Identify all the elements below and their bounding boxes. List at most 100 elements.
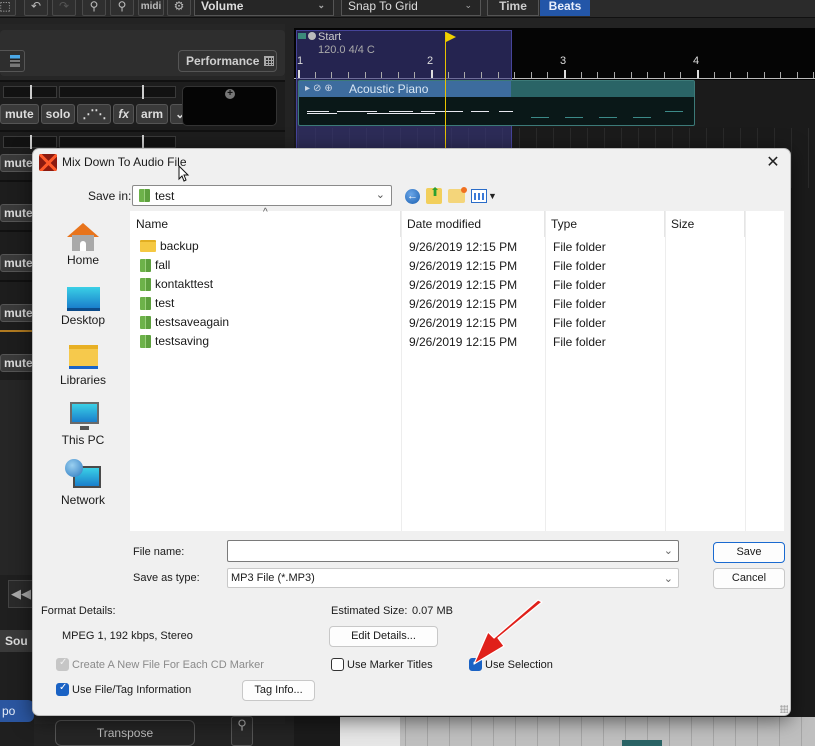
track-view-button[interactable] [0,50,25,72]
place-this-pc[interactable]: This PC [39,397,127,453]
piano-roll[interactable] [340,717,815,746]
select-icon: ⬚ [0,0,11,13]
view-menu-button[interactable] [471,189,487,203]
use-selection-checkbox[interactable]: Use Selection [469,657,553,671]
caret-down-icon[interactable]: ▼ [488,191,497,201]
place-label: Network [60,493,105,507]
folder-icon [140,315,151,329]
settings-button[interactable]: ⚙ [167,0,191,16]
ruler-minor-tick [381,72,383,78]
rewind-button[interactable]: ◀◀ [8,580,34,608]
tempo-button[interactable]: po [0,700,34,722]
column-header-size[interactable]: Size [665,211,745,237]
place-libraries[interactable]: Libraries [39,337,127,393]
back-button[interactable]: ← [405,188,420,204]
ruler-minor-tick [730,72,732,78]
desktop-icon [67,287,100,311]
pan-meter[interactable] [59,135,176,149]
places-bar: Home Desktop Libraries This PC Network [39,211,127,531]
list-icon [10,55,20,67]
close-button[interactable]: ✕ [762,153,784,173]
folder-icon [140,277,151,291]
tag-info-button[interactable]: Tag Info... [242,680,315,701]
file-date: 9/26/2019 12:15 PM [409,278,518,292]
dialog-title-bar[interactable]: Mix Down To Audio File ✕ [33,149,790,179]
file-row[interactable]: kontakttest 9/26/2019 12:15 PM File fold… [130,275,784,294]
new-folder-button[interactable] [448,187,467,203]
checkbox-checked-disabled[interactable] [56,657,69,671]
zoom-in-button[interactable]: ⚲ [82,0,106,16]
chevron-down-icon[interactable]: ⌄ [664,544,673,557]
midi-clip[interactable]: ▸⊘⊕ Acoustic Piano [298,80,695,126]
snap-select[interactable]: Snap To Grid ⌄ [341,0,481,16]
save-as-type-select[interactable]: MP3 File (*.MP3) ⌄ [227,568,679,588]
undo-button[interactable]: ↶ [24,0,48,16]
column-header-date[interactable]: Date modified [401,211,545,237]
arm-button[interactable]: arm [136,104,169,124]
clip-controls[interactable]: ▸⊘⊕ [305,83,336,94]
midi-note [439,111,463,112]
volume-meter[interactable] [3,85,57,99]
file-name-combo[interactable]: ⌄ [227,540,679,562]
column-header-type[interactable]: Type [545,211,665,237]
edit-details-button[interactable]: Edit Details... [329,626,438,647]
bar-number: 2 [427,55,434,67]
zoom-tool-button[interactable]: ⚲ [231,716,253,746]
save-in-select[interactable]: test ⌄ [132,185,392,206]
app-icon [39,154,57,171]
place-home[interactable]: Home [39,217,127,273]
checkbox-unchecked[interactable] [331,658,344,671]
use-marker-titles-checkbox[interactable]: Use Marker Titles [331,658,433,671]
file-row[interactable]: backup 9/26/2019 12:15 PM File folder [130,237,784,256]
volume-meter[interactable] [3,135,57,149]
fx-button[interactable]: fx [113,104,135,124]
bar-number: 3 [560,55,567,67]
pan-meter[interactable] [59,85,176,99]
transpose-button[interactable]: Transpose [55,720,195,746]
format-details-label: Format Details: [41,605,116,617]
performance-button[interactable]: Performance [178,50,277,72]
file-row[interactable]: testsaving 9/26/2019 12:15 PM File folde… [130,332,784,351]
file-list[interactable]: ^ Name Date modified Type Size backup 9/… [130,207,784,531]
column-header-name[interactable]: Name [130,211,401,237]
ruler-minor-tick [447,72,449,78]
resize-grip-icon[interactable] [780,705,788,713]
magnifier-icon: ⚲ [237,717,247,732]
place-desktop[interactable]: Desktop [39,277,127,333]
sound-tab[interactable]: Sou [0,630,34,652]
file-name-input[interactable] [231,543,651,559]
track-panel-header: Performance [0,30,285,76]
undo-icon: ↶ [30,0,42,13]
tab-beats[interactable]: Beats [540,0,590,16]
automation-select[interactable]: Volume ⌄ [194,0,334,16]
mute-button[interactable]: mute [0,104,39,124]
instrument-slot[interactable]: + [182,86,277,126]
estimated-size-label: Estimated Size: [331,605,408,617]
automation-button[interactable]: ⋰⋱ [77,104,112,124]
playhead-flag-icon[interactable] [446,32,456,42]
file-row[interactable]: test 9/26/2019 12:15 PM File folder [130,294,784,313]
tempo-info[interactable]: 120.0 4/4 C [318,44,375,56]
create-new-file-checkbox[interactable]: Create A New File For Each CD Marker [56,657,264,671]
use-file-tag-checkbox[interactable]: Use File/Tag Information [56,682,191,696]
checkbox-checked[interactable] [469,657,482,671]
file-row[interactable]: fall 9/26/2019 12:15 PM File folder [130,256,784,275]
ruler-minor-tick [780,72,782,78]
snap-select-value: Snap To Grid [348,0,418,13]
redo-button[interactable]: ↷ [52,0,76,16]
cancel-button[interactable]: Cancel [713,568,785,589]
checkbox-checked[interactable] [56,682,69,696]
start-marker[interactable]: Start [318,31,341,43]
ruler-minor-tick [397,72,399,78]
save-button[interactable]: Save [713,542,785,563]
file-row[interactable]: testsaveagain 9/26/2019 12:15 PM File fo… [130,313,784,332]
ruler-minor-tick [597,72,599,78]
tab-time[interactable]: Time [487,0,539,16]
up-folder-button[interactable] [426,185,442,204]
file-name: fall [155,258,171,272]
midi-button[interactable]: midi [138,0,164,16]
place-network[interactable]: Network [39,457,127,513]
zoom-out-button[interactable]: ⚲ [110,0,134,16]
select-tool-button[interactable]: ⬚ [0,0,16,16]
solo-button[interactable]: solo [40,104,76,124]
